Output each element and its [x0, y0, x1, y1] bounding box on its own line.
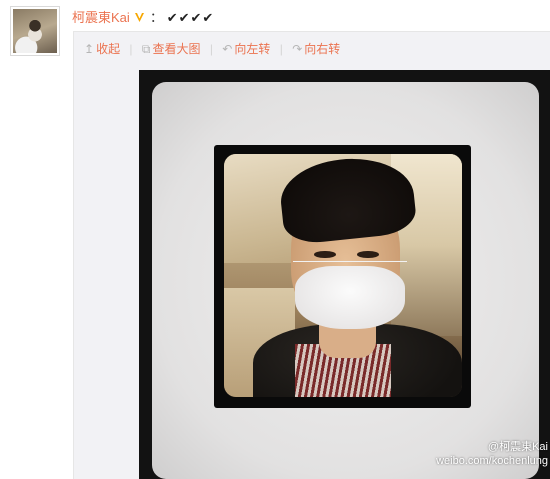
view-large-image-label: 查看大图 [152, 42, 201, 56]
rotate-right-icon: ↷ [292, 42, 303, 56]
photo-mat [152, 82, 539, 479]
rotate-right-label: 向右转 [304, 42, 341, 56]
avatar-image [13, 9, 57, 53]
verified-v-icon [135, 13, 145, 22]
avatar[interactable] [10, 6, 60, 56]
author-name-link[interactable]: 柯震東Kai [72, 10, 130, 25]
rotate-left-button[interactable]: ↶ 向左转 [222, 40, 270, 58]
rotate-left-icon: ↶ [222, 42, 233, 56]
weibo-watermark: @柯震東Kai weibo.com/kochenlung [420, 440, 548, 468]
face-mask [295, 265, 405, 329]
rotate-left-label: 向左转 [234, 42, 271, 56]
expanded-photo[interactable] [139, 70, 550, 479]
post-header: 柯震東Kai ： ✔✔✔✔ [72, 9, 214, 27]
post-text: ✔✔✔✔ [166, 10, 215, 25]
photo-inner-border [214, 145, 471, 408]
rotate-right-button[interactable]: ↷ 向右转 [292, 40, 340, 58]
collapse-button[interactable]: ↥ 收起 [84, 40, 120, 58]
selfie-photo [224, 154, 462, 397]
collapse-label: 收起 [96, 42, 121, 56]
watermark-handle: @柯震東Kai [487, 441, 548, 453]
view-large-image-button[interactable]: ⧉ 查看大图 [142, 40, 201, 58]
toolbar-divider: | [209, 42, 213, 56]
collapse-icon: ↥ [84, 42, 95, 56]
open-large-icon: ⧉ [141, 42, 151, 56]
watermark-url: weibo.com/kochenlung [436, 455, 548, 467]
mask-strap [293, 260, 408, 262]
image-toolbar: ↥ 收起 | ⧉ 查看大图 | ↶ 向左转 | ↷ 向右转 [84, 40, 340, 58]
toolbar-divider: | [129, 42, 133, 56]
colon-separator: ： [150, 10, 164, 25]
toolbar-divider: | [279, 42, 283, 56]
